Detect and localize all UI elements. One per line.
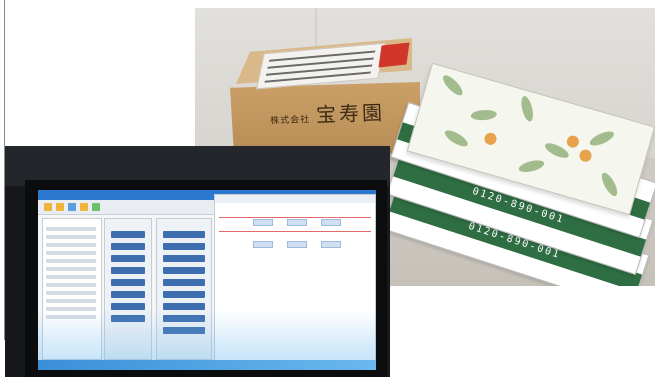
screen-taskbar: [38, 360, 376, 370]
tea-pack-stack: 0120-890-001 0120-890-001 0120-890-001: [375, 62, 655, 286]
delivery-sticker: [378, 42, 410, 68]
monitor-screen: [38, 190, 376, 370]
box-company-prefix: 株式会社: [270, 115, 311, 127]
monitor-photo: [5, 146, 390, 377]
